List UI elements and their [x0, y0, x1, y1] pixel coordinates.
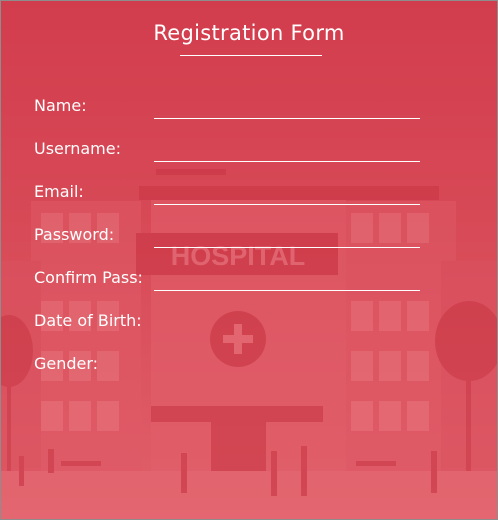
- confirm-password-label: Confirm Pass:: [34, 268, 143, 287]
- title-underline: [180, 55, 322, 56]
- name-label: Name:: [34, 96, 87, 115]
- password-input[interactable]: [154, 225, 420, 248]
- username-input[interactable]: [154, 139, 420, 162]
- confirm-password-input[interactable]: [154, 268, 420, 291]
- date-of-birth-label: Date of Birth:: [34, 311, 142, 330]
- password-label: Password:: [34, 225, 115, 244]
- gender-label: Gender:: [34, 354, 99, 373]
- form-title: Registration Form: [153, 21, 345, 45]
- hospital-building-icon: HOSPITAL: [1, 169, 497, 519]
- email-label: Email:: [34, 182, 84, 201]
- email-input[interactable]: [154, 182, 420, 205]
- username-label: Username:: [34, 139, 121, 158]
- name-input[interactable]: [154, 96, 420, 119]
- registration-form-panel: HOSPITAL Registration Form Name: Usernam…: [0, 0, 498, 520]
